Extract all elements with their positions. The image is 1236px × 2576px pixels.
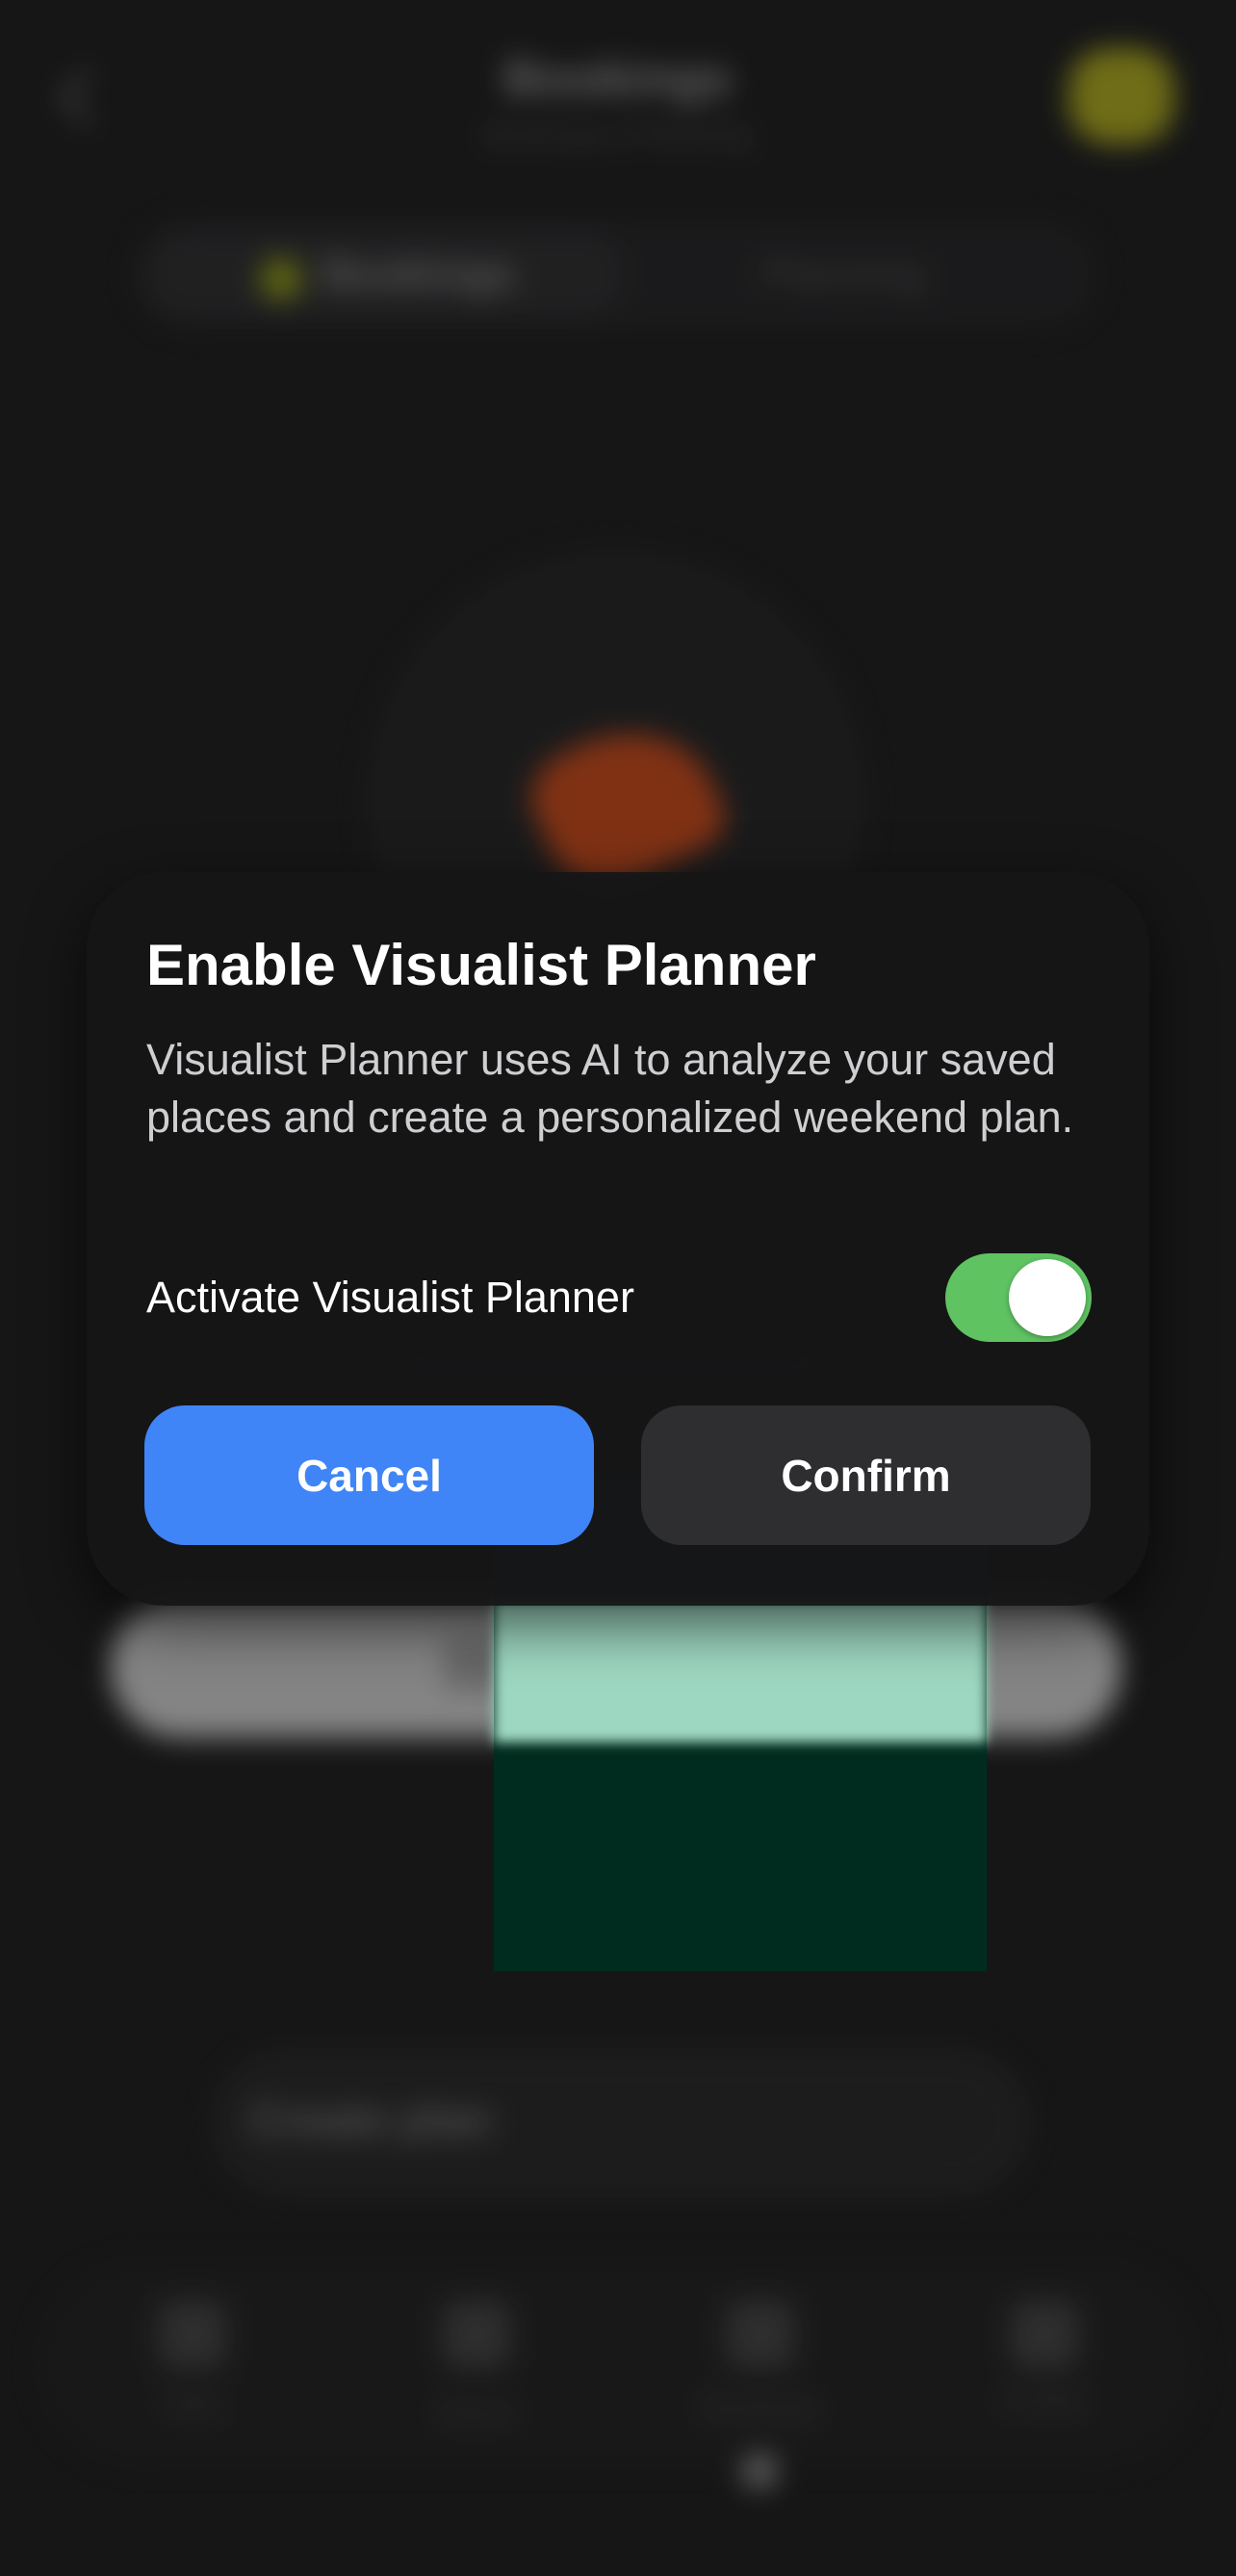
enable-planner-dialog: Enable Visualist Planner Visualist Plann… bbox=[87, 872, 1149, 1606]
activate-planner-row: Activate Visualist Planner bbox=[146, 1253, 1092, 1346]
confirm-button[interactable]: Confirm bbox=[641, 1405, 1091, 1545]
activate-planner-label: Activate Visualist Planner bbox=[146, 1273, 634, 1322]
dialog-title: Enable Visualist Planner bbox=[146, 933, 816, 997]
toggle-knob bbox=[1009, 1259, 1086, 1336]
cancel-button[interactable]: Cancel bbox=[144, 1405, 594, 1545]
activate-planner-toggle[interactable] bbox=[945, 1253, 1092, 1342]
dialog-body: Visualist Planner uses AI to analyze you… bbox=[146, 1035, 1074, 1142]
overlay-block-highlight bbox=[494, 1600, 987, 1742]
screen: Bookings Bookings & Planning Bookings Pl… bbox=[0, 0, 1236, 2576]
